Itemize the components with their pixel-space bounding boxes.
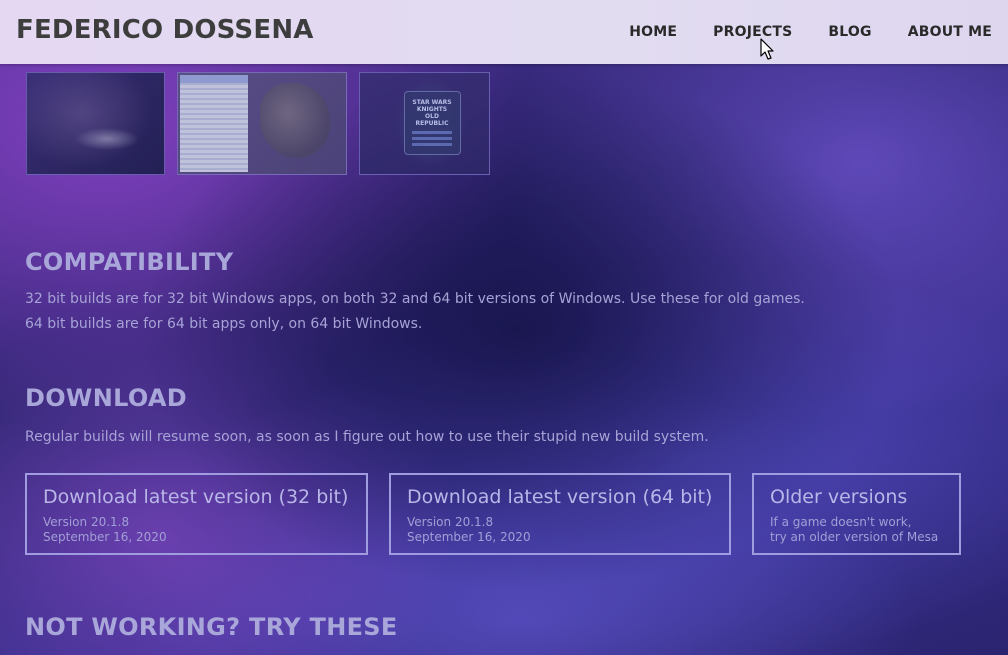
download-32bit-date: September 16, 2020	[43, 530, 167, 544]
download-32bit-title: Download latest version (32 bit)	[43, 486, 349, 508]
game-menu-bar-2	[412, 137, 452, 140]
thumbnail-rock-shape	[260, 83, 330, 158]
older-versions-hint-2: try an older version of Mesa	[770, 530, 939, 544]
mouse-pointer-icon	[760, 38, 774, 60]
older-versions-hint-1: If a game doesn't work,	[770, 515, 912, 529]
older-versions-title: Older versions	[770, 486, 908, 508]
screenshot-thumbnail-1[interactable]	[26, 72, 165, 175]
game-menu-bar-1	[412, 131, 452, 134]
game-logo-line-2: KNIGHTS	[416, 106, 448, 113]
game-menu-bar-3	[412, 143, 452, 146]
game-logo-line-3: OLD REPUBLIC	[415, 113, 449, 127]
download-64bit-version: Version 20.1.8	[407, 515, 494, 529]
download-heading: DOWNLOAD	[25, 384, 187, 412]
nav-projects-link[interactable]: PROJECTS	[713, 24, 792, 40]
main-nav: HOME PROJECTS BLOG ABOUT ME	[629, 24, 992, 40]
nav-blog-link[interactable]: BLOG	[828, 24, 871, 40]
game-logo-text: STAR WARS KNIGHTS OLD REPUBLIC	[408, 99, 456, 127]
download-32bit-button[interactable]: Download latest version (32 bit) Version…	[25, 473, 368, 555]
download-64bit-button[interactable]: Download latest version (64 bit) Version…	[389, 473, 731, 555]
compatibility-line-1: 32 bit builds are for 32 bit Windows app…	[25, 291, 805, 307]
thumbnail-settings-panel	[180, 75, 248, 172]
download-64bit-date: September 16, 2020	[407, 530, 531, 544]
compatibility-heading: COMPATIBILITY	[25, 248, 234, 276]
compatibility-line-2: 64 bit builds are for 64 bit apps only, …	[25, 316, 423, 332]
not-working-heading: NOT WORKING? TRY THESE	[25, 613, 398, 641]
screenshot-thumbnail-2[interactable]	[177, 72, 347, 175]
screenshot-thumbnail-3[interactable]: STAR WARS KNIGHTS OLD REPUBLIC	[359, 72, 490, 175]
nav-about-link[interactable]: ABOUT ME	[908, 24, 992, 40]
download-note: Regular builds will resume soon, as soon…	[25, 429, 709, 445]
game-logo-line-1: STAR WARS	[412, 99, 452, 106]
download-32bit-version: Version 20.1.8	[43, 515, 130, 529]
nav-home-link[interactable]: HOME	[629, 24, 677, 40]
download-64bit-title: Download latest version (64 bit)	[407, 486, 713, 508]
site-title[interactable]: FEDERICO DOSSENA	[16, 15, 314, 45]
thumbnail-panel-titlebar	[180, 75, 248, 83]
older-versions-button[interactable]: Older versions If a game doesn't work, t…	[752, 473, 961, 555]
site-header: FEDERICO DOSSENA HOME PROJECTS BLOG ABOU…	[0, 0, 1008, 64]
